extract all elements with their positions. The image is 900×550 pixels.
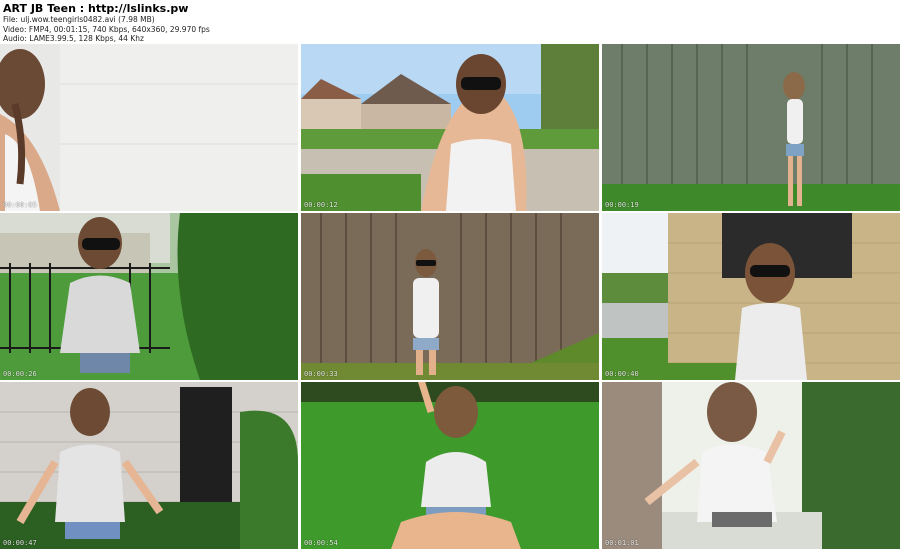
timestamp-label: 00:00:54 [304, 539, 338, 547]
timestamp-label: 00:00:26 [3, 370, 37, 378]
thumbnail-frame-3[interactable]: 00:00:19 [602, 44, 900, 211]
file-info: File: ulj.wow.teengirls0482.avi (7.98 MB… [3, 15, 155, 24]
frame-image-1 [0, 44, 298, 211]
frame-image-8 [301, 382, 599, 549]
audio-info: Audio: LAME3.99.5, 128 Kbps, 44 Khz [3, 34, 144, 43]
thumbnail-frame-7[interactable]: 00:00:47 [0, 382, 298, 549]
frame-image-6 [602, 213, 900, 380]
frame-image-2 [301, 44, 599, 211]
thumbnail-frame-9[interactable]: 00:01:01 [602, 382, 900, 549]
frame-image-7 [0, 382, 298, 549]
frame-image-3 [602, 44, 900, 211]
timestamp-label: 00:00:05 [3, 201, 37, 209]
timestamp-label: 00:00:19 [605, 201, 639, 209]
thumbnail-grid: 00:00:05 00:00:12 00:00:19 00:00:26 00:0… [0, 44, 900, 550]
video-info: Video: FMP4, 00:01:15, 740 Kbps, 640x360… [3, 24, 210, 34]
frame-image-5 [301, 213, 599, 380]
timestamp-label: 00:01:01 [605, 539, 639, 547]
thumbnail-frame-2[interactable]: 00:00:12 [301, 44, 599, 211]
contact-sheet: ART JB Teen : http://lslinks.pw File: ul… [0, 0, 900, 550]
timestamp-label: 00:00:33 [304, 370, 338, 378]
timestamp-label: 00:00:40 [605, 370, 639, 378]
frame-image-9 [602, 382, 900, 549]
timestamp-label: 00:00:12 [304, 201, 338, 209]
thumbnail-frame-1[interactable]: 00:00:05 [0, 44, 298, 211]
frame-image-4 [0, 213, 298, 380]
timestamp-label: 00:00:47 [3, 539, 37, 547]
thumbnail-frame-8[interactable]: 00:00:54 [301, 382, 599, 549]
header-info: ART JB Teen : http://lslinks.pw File: ul… [3, 2, 893, 43]
sheet-title: ART JB Teen : http://lslinks.pw [3, 2, 189, 15]
thumbnail-frame-4[interactable]: 00:00:26 [0, 213, 298, 380]
thumbnail-frame-6[interactable]: 00:00:40 [602, 213, 900, 380]
thumbnail-frame-5[interactable]: 00:00:33 [301, 213, 599, 380]
